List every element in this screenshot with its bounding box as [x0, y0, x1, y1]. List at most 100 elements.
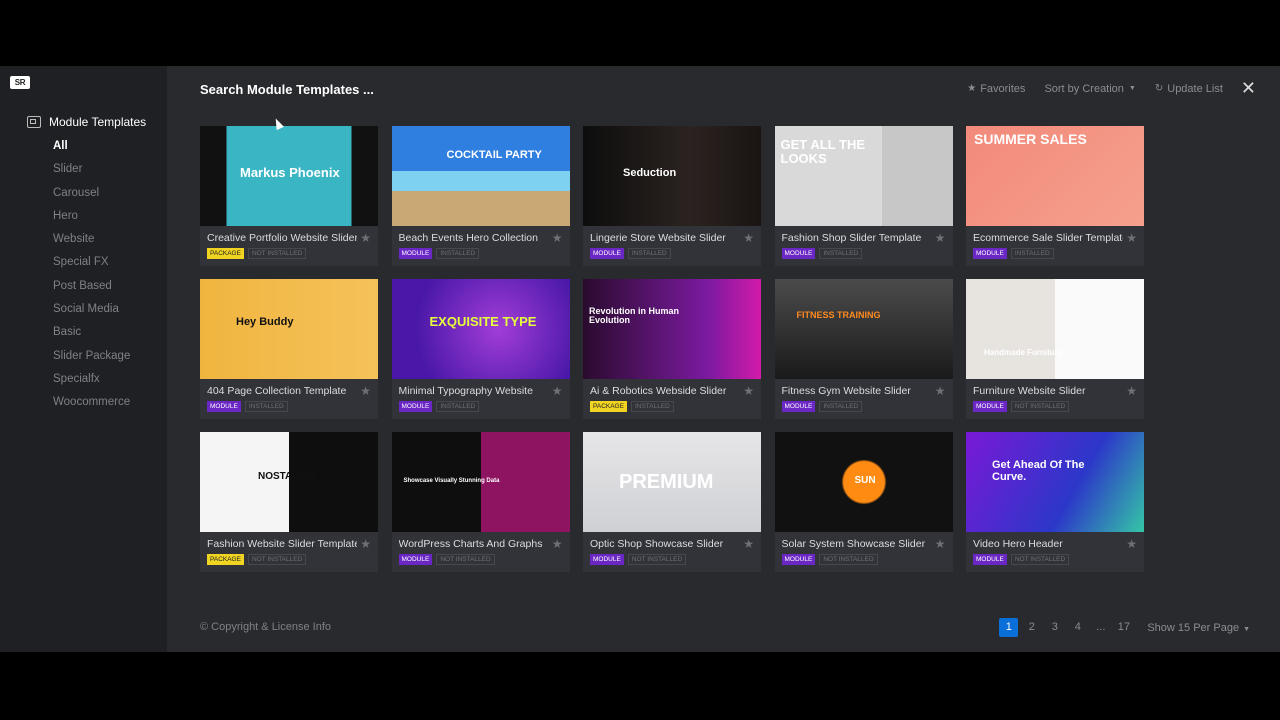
favorite-star-icon[interactable]: ★ — [1126, 537, 1137, 551]
thumbnail-headline: NOSTALGIA — [258, 471, 317, 482]
close-icon[interactable]: ✕ — [1241, 79, 1256, 97]
sidebar-heading[interactable]: Module Templates — [27, 115, 146, 129]
template-card[interactable]: GET ALL THE LOOKS Fashion Shop Slider Tem… — [774, 126, 953, 266]
favorite-star-icon[interactable]: ★ — [552, 231, 563, 245]
template-card[interactable]: Hey Buddy 404 Page Collection Template ★ MO… — [200, 279, 378, 419]
template-card[interactable]: Get Ahead Of The Curve. Video Hero Header… — [966, 432, 1144, 572]
type-badge: MODULE — [398, 401, 433, 412]
category-specialfx[interactable]: Specialfx — [53, 372, 130, 395]
template-card[interactable]: COCKTAIL PARTY Beach Events Hero Collecti… — [391, 126, 570, 266]
card-info: Lingerie Store Website Slider ★ MODULE INST… — [583, 226, 761, 266]
template-thumbnail[interactable]: FITNESS TRAINING — [774, 279, 953, 379]
category-woocommerce[interactable]: Woocommerce — [53, 395, 130, 418]
card-info: WordPress Charts And Graphs ★ MODULE NOT IN… — [392, 532, 570, 572]
page-3[interactable]: 3 — [1045, 618, 1064, 637]
template-grid: Markus Phoenix Creative Portfolio Website… — [200, 126, 1144, 572]
template-card[interactable]: Revolution in Human Evolution Ai & Roboti… — [583, 279, 761, 419]
favorite-star-icon[interactable]: ★ — [360, 537, 371, 551]
sort-dropdown[interactable]: Sort by Creation ▼ — [1044, 83, 1135, 95]
copyright-link[interactable]: © Copyright & License Info — [200, 621, 331, 633]
sidebar-heading-label: Module Templates — [49, 115, 147, 129]
category-carousel[interactable]: Carousel — [53, 186, 130, 209]
card-title: Lingerie Store Website Slider — [590, 232, 726, 244]
pagination: 1 2 3 4... 17 Show 15 Per Page ▼ — [999, 618, 1250, 637]
page-4[interactable]: 4 — [1068, 618, 1087, 637]
card-tags: MODULE NOT INSTALLED — [590, 554, 754, 565]
template-card[interactable]: SUN Solar System Showcase Slider ★ MODULE NO… — [774, 432, 953, 572]
page-1[interactable]: 1 — [999, 618, 1019, 637]
type-badge: PACKAGE — [590, 401, 627, 412]
template-card[interactable]: SUMMER SALES Ecommerce Sale Slider Templa… — [966, 126, 1144, 266]
thumbnail-headline: Hey Buddy — [236, 316, 294, 328]
type-badge: MODULE — [781, 554, 816, 565]
favorite-star-icon[interactable]: ★ — [743, 231, 754, 245]
caret-down-icon: ▼ — [1128, 85, 1136, 92]
template-card[interactable]: PREMIUM Optic Shop Showcase Slider ★ MODULE… — [583, 432, 761, 572]
template-card[interactable]: NOSTALGIA Fashion Website Slider Template… — [200, 432, 378, 572]
category-list: All Slider Carousel Hero Website Special FX Po… — [53, 139, 130, 419]
status-badge: NOT INSTALLED — [247, 554, 307, 565]
template-thumbnail[interactable]: NOSTALGIA — [200, 432, 378, 532]
template-thumbnail[interactable]: Markus Phoenix — [200, 126, 378, 226]
thumbnail-headline: SUMMER SALES — [974, 131, 1087, 147]
card-info: 404 Page Collection Template ★ MODULE INSTA… — [200, 379, 378, 419]
category-special-fx[interactable]: Special FX — [53, 255, 130, 278]
status-badge: NOT INSTALLED — [1010, 401, 1070, 412]
favorite-star-icon[interactable]: ★ — [552, 384, 563, 398]
template-thumbnail[interactable]: Handmade Furniture — [966, 279, 1144, 379]
category-post-based[interactable]: Post Based — [53, 279, 130, 302]
page-2[interactable]: 2 — [1022, 618, 1041, 637]
thumbnail-headline: FITNESS TRAINING — [796, 310, 881, 320]
category-slider[interactable]: Slider — [53, 162, 130, 185]
card-info: Minimal Typography Website ★ MODULE INSTALL… — [392, 379, 570, 419]
card-tags: MODULE INSTALLED — [398, 248, 563, 259]
template-card[interactable]: EXQUISITE TYPE Minimal Typography Website… — [391, 279, 570, 419]
template-thumbnail[interactable]: SUMMER SALES — [966, 126, 1144, 226]
search-input[interactable]: Search Module Templates ... — [200, 82, 374, 97]
logo: SR — [10, 76, 30, 89]
favorite-star-icon[interactable]: ★ — [935, 231, 946, 245]
template-thumbnail[interactable]: EXQUISITE TYPE — [391, 279, 570, 379]
favorite-star-icon[interactable]: ★ — [360, 231, 371, 245]
template-thumbnail[interactable]: Showcase Visually Stunning Data — [391, 432, 570, 532]
template-card[interactable]: Handmade Furniture Furniture Website Slid… — [966, 279, 1144, 419]
template-thumbnail[interactable]: Get Ahead Of The Curve. — [966, 432, 1144, 532]
favorite-star-icon[interactable]: ★ — [552, 537, 563, 551]
card-info: Beach Events Hero Collection ★ MODULE INSTA… — [392, 226, 570, 266]
status-badge: INSTALLED — [436, 401, 480, 412]
template-thumbnail[interactable]: SUN — [774, 432, 953, 532]
category-social-media[interactable]: Social Media — [53, 302, 130, 325]
favorites-button[interactable]: ★ Favorites — [967, 83, 1025, 95]
template-thumbnail[interactable]: COCKTAIL PARTY — [391, 126, 570, 226]
per-page-dropdown[interactable]: Show 15 Per Page ▼ — [1147, 622, 1250, 634]
template-thumbnail[interactable]: GET ALL THE LOOKS — [774, 126, 953, 226]
favorite-star-icon[interactable]: ★ — [360, 384, 371, 398]
favorite-star-icon[interactable]: ★ — [1126, 384, 1137, 398]
template-thumbnail[interactable]: Revolution in Human Evolution — [583, 279, 761, 379]
template-thumbnail[interactable]: PREMIUM — [583, 432, 761, 532]
favorite-star-icon[interactable]: ★ — [935, 384, 946, 398]
update-list-button[interactable]: ↻ Update List — [1155, 83, 1223, 95]
caret-down-icon: ▼ — [1243, 625, 1250, 633]
template-thumbnail[interactable]: Seduction — [583, 126, 761, 226]
category-hero[interactable]: Hero — [53, 209, 130, 232]
category-website[interactable]: Website — [53, 232, 130, 255]
card-title: Minimal Typography Website — [398, 385, 533, 397]
card-info: Fitness Gym Website Slider ★ MODULE INSTALL… — [775, 379, 953, 419]
favorite-star-icon[interactable]: ★ — [743, 537, 754, 551]
update-label: Update List — [1167, 82, 1223, 95]
category-basic[interactable]: Basic — [53, 325, 130, 348]
template-card[interactable]: Showcase Visually Stunning Data WordPress… — [391, 432, 570, 572]
category-all[interactable]: All — [53, 139, 130, 162]
page-17[interactable]: 17 — [1114, 618, 1133, 637]
template-card[interactable]: FITNESS TRAINING Fitness Gym Website Slid… — [774, 279, 953, 419]
template-card[interactable]: Seduction Lingerie Store Website Slider ★ M… — [583, 126, 761, 266]
favorite-star-icon[interactable]: ★ — [743, 384, 754, 398]
template-card[interactable]: Markus Phoenix Creative Portfolio Website… — [200, 126, 378, 266]
template-thumbnail[interactable]: Hey Buddy — [200, 279, 378, 379]
favorite-star-icon[interactable]: ★ — [1126, 231, 1137, 245]
thumbnail-headline: EXQUISITE TYPE — [429, 314, 537, 329]
favorite-star-icon[interactable]: ★ — [935, 537, 946, 551]
category-slider-package[interactable]: Slider Package — [53, 349, 130, 372]
card-info: Fashion Shop Slider Template ★ MODULE INSTA… — [775, 226, 953, 266]
